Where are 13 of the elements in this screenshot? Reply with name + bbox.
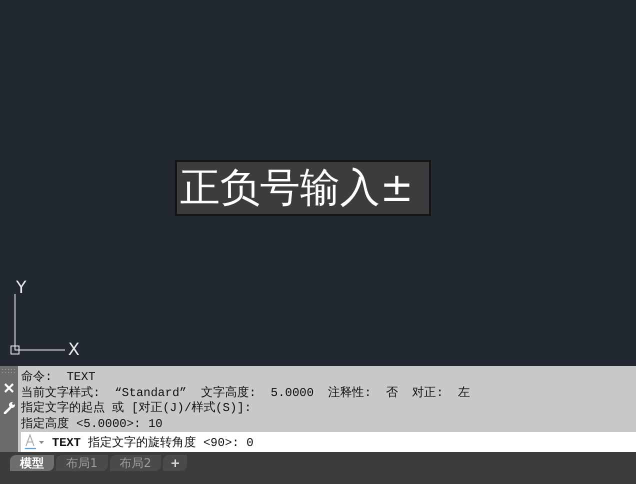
history-line: 命令: TEXT bbox=[21, 370, 96, 386]
add-layout-tab[interactable]: + bbox=[163, 455, 188, 471]
layout-tab[interactable]: 模型 bbox=[10, 455, 54, 471]
history-line: 指定文字的起点 或 [对正(J)/样式(S)]: bbox=[21, 401, 252, 416]
close-icon[interactable] bbox=[4, 383, 14, 393]
history-line: 指定高度 <5.0000>: 10 bbox=[21, 416, 164, 432]
y-axis-label: Y bbox=[16, 280, 26, 298]
command-input-field[interactable]: TEXT 指定文字的旋转角度 <90>: 0 bbox=[21, 432, 636, 452]
history-line: 当前文字样式: “Standard” 文字高度: 5.0000 注释性: 否 对正: 左 bbox=[21, 386, 471, 400]
x-axis-label: X bbox=[68, 340, 80, 356]
selected-text[interactable]: 正负号输入± bbox=[175, 160, 431, 216]
command-prompt: TEXT 指定文字的旋转角度 <90>: 0 bbox=[52, 434, 254, 450]
wrench-icon[interactable] bbox=[2, 401, 16, 414]
